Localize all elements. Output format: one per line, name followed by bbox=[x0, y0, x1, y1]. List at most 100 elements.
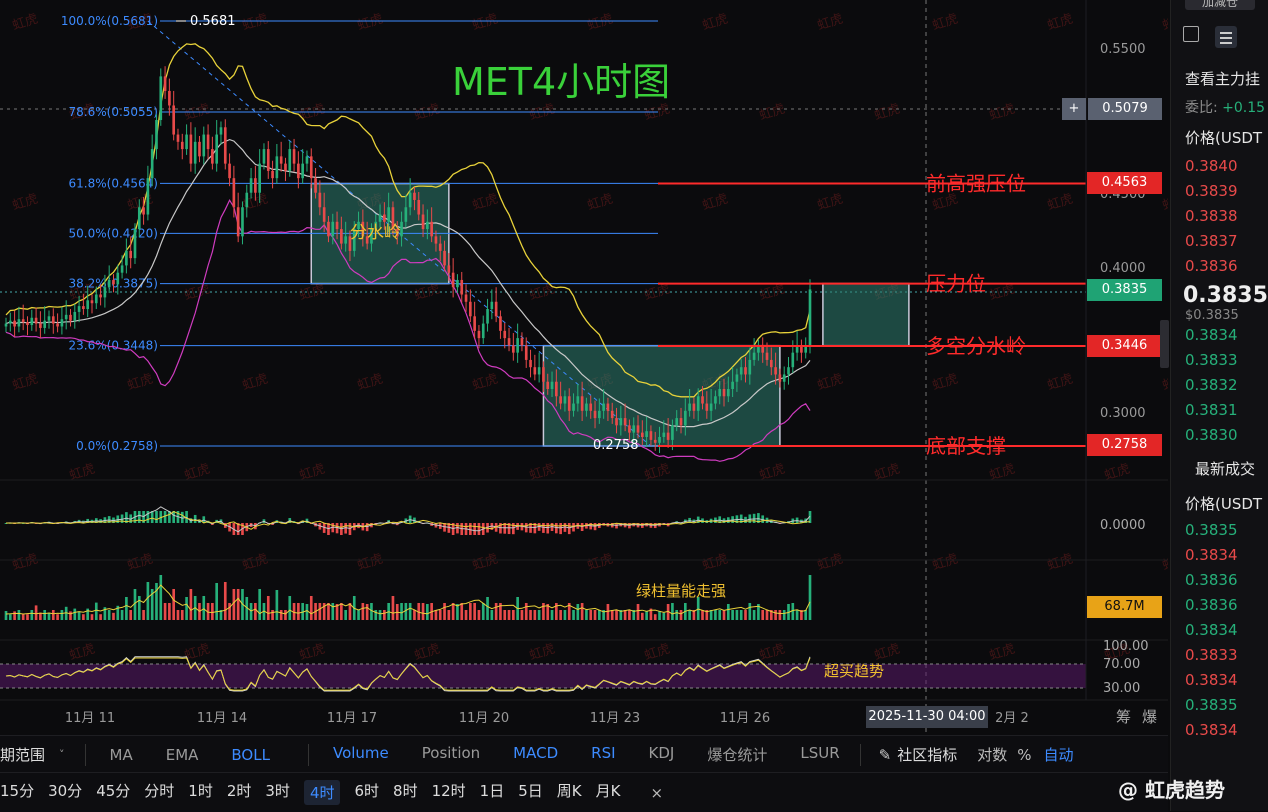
candle-body bbox=[77, 306, 81, 312]
interval-tab-分时[interactable]: 分时 bbox=[144, 780, 174, 805]
crosshair-time-pill: 2025-11-30 04:00 bbox=[866, 706, 988, 728]
volume-bar bbox=[675, 610, 679, 620]
ask-row[interactable]: 0.3837 bbox=[1171, 229, 1268, 254]
interval-tab-30分[interactable]: 30分 bbox=[48, 780, 82, 805]
interval-tab-4时[interactable]: 4时 bbox=[303, 780, 341, 805]
volume-bar bbox=[473, 603, 476, 620]
interval-tab-1时[interactable]: 1时 bbox=[188, 780, 213, 805]
range-label[interactable]: 期范围 bbox=[0, 744, 45, 765]
candle-body bbox=[335, 221, 339, 230]
bid-row[interactable]: 0.3832 bbox=[1171, 373, 1268, 398]
candle-body bbox=[249, 178, 253, 193]
interval-tab-3时[interactable]: 3时 bbox=[265, 780, 290, 805]
volume-bar bbox=[99, 614, 102, 620]
top-button[interactable]: 加减仓 bbox=[1185, 0, 1255, 10]
interval-tab-15分[interactable]: 15分 bbox=[0, 780, 34, 805]
subchart-tab-lsur[interactable]: LSUR bbox=[800, 744, 839, 765]
candle-body bbox=[155, 120, 158, 150]
trade-row[interactable]: 0.3835 bbox=[1171, 693, 1268, 718]
subchart-tab-爆仓统计[interactable]: 爆仓统计 bbox=[707, 744, 767, 765]
bid-row[interactable]: 0.3830 bbox=[1171, 423, 1268, 448]
subchart-tab-volume[interactable]: Volume bbox=[333, 744, 389, 765]
interval-tab-5日[interactable]: 5日 bbox=[518, 780, 543, 805]
crosshair-plus-icon[interactable]: + bbox=[1062, 98, 1086, 120]
percent-scale-toggle[interactable]: % bbox=[1017, 746, 1031, 764]
candle-body bbox=[219, 127, 223, 135]
interval-tab-1日[interactable]: 1日 bbox=[480, 780, 505, 805]
candle-body bbox=[563, 396, 567, 404]
price-tick-label: 0.5500 bbox=[1100, 42, 1146, 57]
subchart-tab-macd[interactable]: MACD bbox=[513, 744, 558, 765]
volume-bar bbox=[39, 612, 42, 620]
subchart-tab-rsi[interactable]: RSI bbox=[591, 744, 615, 765]
subchart-tab-position[interactable]: Position bbox=[422, 744, 480, 765]
level-price-pill-4: 0.2758 bbox=[1087, 434, 1162, 456]
trade-row[interactable]: 0.3836 bbox=[1171, 568, 1268, 593]
macd-bar bbox=[542, 523, 545, 533]
trades-title[interactable]: 最新成交 bbox=[1171, 458, 1268, 479]
candle-body bbox=[125, 250, 128, 266]
subchart-tab-kdj[interactable]: KDJ bbox=[649, 744, 675, 765]
volume-bar bbox=[60, 610, 64, 620]
candle-body bbox=[86, 300, 90, 310]
candle-body bbox=[34, 317, 38, 324]
bid-row[interactable]: 0.3834 bbox=[1171, 323, 1268, 348]
trade-row[interactable]: 0.3834 bbox=[1171, 718, 1268, 743]
time-tick-label: 11月 20 bbox=[459, 711, 509, 726]
interval-tab-月K[interactable]: 月K bbox=[596, 780, 621, 805]
list-layout-icon[interactable] bbox=[1215, 26, 1237, 48]
interval-close-icon[interactable]: × bbox=[650, 784, 663, 802]
candle-body bbox=[662, 432, 666, 437]
candle-body bbox=[598, 410, 601, 419]
candle-body bbox=[726, 389, 730, 397]
interval-tab-8时[interactable]: 8时 bbox=[393, 780, 418, 805]
ask-row[interactable]: 0.3839 bbox=[1171, 179, 1268, 204]
main-force-link[interactable]: 查看主力挂 bbox=[1171, 68, 1268, 89]
ask-row[interactable]: 0.3838 bbox=[1171, 204, 1268, 229]
range-dropdown-icon[interactable]: ˅ bbox=[59, 748, 65, 761]
interval-tab-6时[interactable]: 6时 bbox=[354, 780, 379, 805]
candle-body bbox=[576, 396, 580, 404]
indicator-tab-boll[interactable]: BOLL bbox=[231, 746, 270, 764]
volume-bar bbox=[137, 596, 141, 620]
candle-body bbox=[628, 425, 631, 433]
trade-row[interactable]: 0.3834 bbox=[1171, 618, 1268, 643]
ask-row[interactable]: 0.3840 bbox=[1171, 154, 1268, 179]
candle-body bbox=[705, 403, 709, 411]
candle-body bbox=[477, 330, 481, 339]
indicator-tab-ma[interactable]: MA bbox=[110, 746, 133, 764]
auto-scale-toggle[interactable]: 自动 bbox=[1044, 744, 1074, 765]
interval-tab-周K[interactable]: 周K bbox=[557, 780, 582, 805]
candle-body bbox=[752, 352, 756, 360]
bid-row[interactable]: 0.3833 bbox=[1171, 348, 1268, 373]
candle-body bbox=[404, 207, 408, 222]
interval-tab-45分[interactable]: 45分 bbox=[96, 780, 130, 805]
volume-bar bbox=[512, 610, 515, 620]
price-chart[interactable]: 虹虎 虹虎 虹虎 虹虎 虹虎 虹虎 虹虎 虹虎 虹虎 虹虎 虹虎虹虎 虹虎 虹虎 虹虎 虹虎 虹虎 虹虎 虹虎 虹虎… bbox=[0, 0, 1168, 735]
trade-row[interactable]: 0.3834 bbox=[1171, 668, 1268, 693]
trade-row[interactable]: 0.3835 bbox=[1171, 518, 1268, 543]
trade-row[interactable]: 0.3834 bbox=[1171, 543, 1268, 568]
interval-tab-2时[interactable]: 2时 bbox=[227, 780, 252, 805]
volume-bar bbox=[804, 610, 808, 620]
depth-layout-icon[interactable] bbox=[1183, 26, 1199, 42]
ask-row[interactable]: 0.3836 bbox=[1171, 254, 1268, 279]
bid-row[interactable]: 0.3831 bbox=[1171, 398, 1268, 423]
candle-body bbox=[787, 367, 790, 375]
volume-note: 绿柱量能走强 bbox=[636, 582, 726, 600]
community-indicator-icon[interactable]: ✎ bbox=[879, 746, 892, 764]
trade-row[interactable]: 0.3833 bbox=[1171, 643, 1268, 668]
candle-body bbox=[344, 236, 347, 244]
interval-tab-12时[interactable]: 12时 bbox=[432, 780, 466, 805]
volume-bar bbox=[17, 610, 21, 620]
log-scale-toggle[interactable]: 对数 bbox=[977, 744, 1007, 765]
fib-label: 61.8%(0.4564) bbox=[69, 176, 158, 190]
sidebar-collapse-handle[interactable] bbox=[1160, 320, 1169, 368]
interval-toolbar: 15分 30分 45分 分时 1时 2时 3时 4时 6时 8时 12时 1日 5日 周K 月K × bbox=[0, 772, 1168, 812]
macd-bar bbox=[512, 523, 515, 535]
volume-bar bbox=[494, 603, 498, 620]
candle-body bbox=[744, 367, 747, 375]
indicator-tab-ema[interactable]: EMA bbox=[166, 746, 199, 764]
trade-row[interactable]: 0.3836 bbox=[1171, 593, 1268, 618]
community-indicator-button[interactable]: 社区指标 bbox=[897, 744, 957, 765]
